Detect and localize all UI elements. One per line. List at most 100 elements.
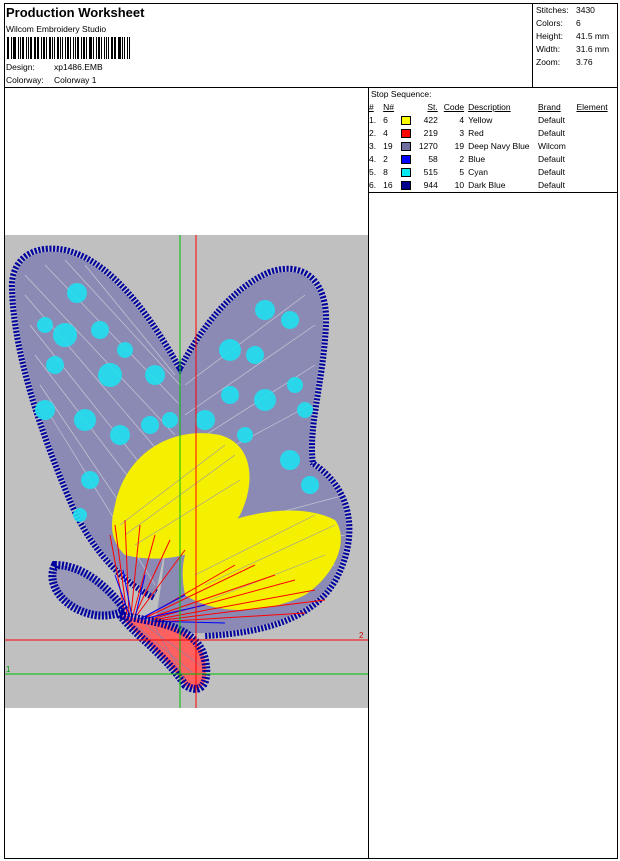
cell-element (576, 178, 617, 191)
table-row: 3. 19 1270 19 Deep Navy Blue Wilcom (369, 139, 617, 152)
barcode-bar (12, 37, 14, 59)
barcode-bar (88, 37, 90, 59)
barcode-bar (93, 37, 94, 59)
table-row: 2. 4 219 3 Red Default (369, 126, 617, 139)
barcode-bar (100, 37, 103, 59)
col-st: St. (427, 101, 438, 112)
cell-desc: Deep Navy Blue (468, 140, 530, 151)
barcode-bar (26, 37, 28, 59)
barcode-bar (107, 37, 109, 59)
barcode-bar (90, 37, 93, 59)
table-row: 4. 2 58 2 Blue Default (369, 152, 617, 165)
cell-st: 422 (423, 114, 438, 125)
barcode-bar (113, 37, 115, 59)
cell-code: 4 (459, 114, 465, 125)
barcode-bar (21, 37, 25, 59)
barcode-bar (106, 37, 107, 59)
col-element: Element (576, 101, 608, 112)
axis-label-red: 2 (359, 631, 364, 640)
cell-desc: Blue (468, 153, 486, 164)
barcode-bar (95, 37, 97, 59)
cell-brand: Default (538, 153, 565, 164)
cell-brand: Default (538, 114, 565, 125)
stat-value: 3.76 (576, 57, 593, 67)
col-n: N# (383, 101, 395, 112)
table-header-row: # N# St. Code Description Brand Element (369, 100, 617, 113)
cell-desc: Red (468, 127, 484, 138)
barcode-bar (64, 37, 67, 59)
cell-element (576, 152, 617, 165)
barcode-bar (69, 37, 71, 59)
cell-swatch (401, 152, 417, 165)
cell-element (576, 126, 617, 139)
barcode-bar (30, 37, 32, 59)
barcode-bar (20, 37, 21, 59)
cell-desc: Dark Blue (468, 179, 506, 190)
design-value: xp1486.EMB (54, 62, 103, 72)
barcode-bar (127, 37, 129, 59)
stat-stitches: Stitches: 3430 (536, 5, 616, 18)
cell-element (576, 139, 617, 152)
barcode-bar (97, 37, 100, 59)
software-name: Wilcom Embroidery Studio (6, 24, 107, 34)
table-row: 5. 8 515 5 Cyan Default (369, 165, 617, 178)
barcode-bar (52, 37, 54, 59)
barcode-bar (129, 37, 131, 59)
barcode-bar (76, 37, 80, 59)
cell-code: 2 (459, 153, 465, 164)
stat-zoom: Zoom: 3.76 (536, 57, 616, 70)
barcode-bar (36, 37, 38, 59)
colorway-value: Colorway 1 (54, 75, 97, 85)
table-row: 6. 16 944 10 Dark Blue Default (369, 178, 617, 191)
cell-seq: 4. (369, 153, 377, 164)
butterfly-embroidery-image (5, 235, 368, 708)
stat-value: 6 (576, 18, 581, 28)
cell-brand: Default (538, 166, 565, 177)
col-desc: Description (468, 101, 511, 112)
color-swatch (401, 154, 412, 164)
cell-desc: Yellow (468, 114, 493, 125)
barcode-bar (10, 37, 12, 59)
cell-seq: 2. (369, 127, 377, 138)
cell-swatch (401, 139, 417, 152)
cell-n: 2 (383, 153, 388, 164)
color-swatch (401, 141, 412, 151)
stat-label: Width: (536, 44, 561, 54)
barcode-bar (67, 37, 69, 59)
barcode-bar (38, 37, 40, 59)
color-swatch (401, 167, 412, 177)
cell-seq: 6. (369, 179, 377, 190)
barcode-bar (59, 37, 61, 59)
table-row: 1. 6 422 4 Yellow Default (369, 113, 617, 126)
stat-label: Zoom: (536, 57, 561, 67)
stat-height: Height: 41.5 mm (536, 31, 616, 44)
colorway-label: Colorway: (6, 75, 44, 85)
barcode-bar (57, 37, 59, 59)
cell-st: 944 (423, 179, 438, 190)
barcode-bar (61, 37, 63, 59)
barcode-bar (18, 37, 20, 59)
cell-code: 10 (454, 179, 465, 190)
cell-seq: 1. (369, 114, 377, 125)
cell-swatch (401, 178, 417, 191)
design-stats: Stitches: 3430 Colors: 6 Height: 41.5 mm Wi… (536, 5, 616, 70)
col-seq: # (369, 101, 374, 112)
barcode-bar (123, 37, 126, 59)
stop-table-divider (368, 192, 618, 193)
colorway-row: Colorway: Colorway 1 (6, 75, 97, 85)
cell-swatch (401, 126, 417, 139)
barcode-bar (110, 37, 113, 59)
cell-st: 1270 (418, 140, 438, 151)
stat-value: 31.6 mm (576, 44, 610, 54)
barcode-bar (14, 37, 17, 59)
design-preview: 2 1 (5, 235, 368, 708)
barcode-bar (118, 37, 121, 59)
cell-code: 19 (454, 140, 465, 151)
cell-n: 6 (383, 114, 388, 125)
cell-brand: Wilcom (538, 140, 566, 151)
stat-label: Height: (536, 31, 563, 41)
cell-n: 16 (383, 179, 393, 190)
cell-st: 515 (423, 166, 438, 177)
stat-value: 41.5 mm (576, 31, 610, 41)
col-brand: Brand (538, 101, 561, 112)
